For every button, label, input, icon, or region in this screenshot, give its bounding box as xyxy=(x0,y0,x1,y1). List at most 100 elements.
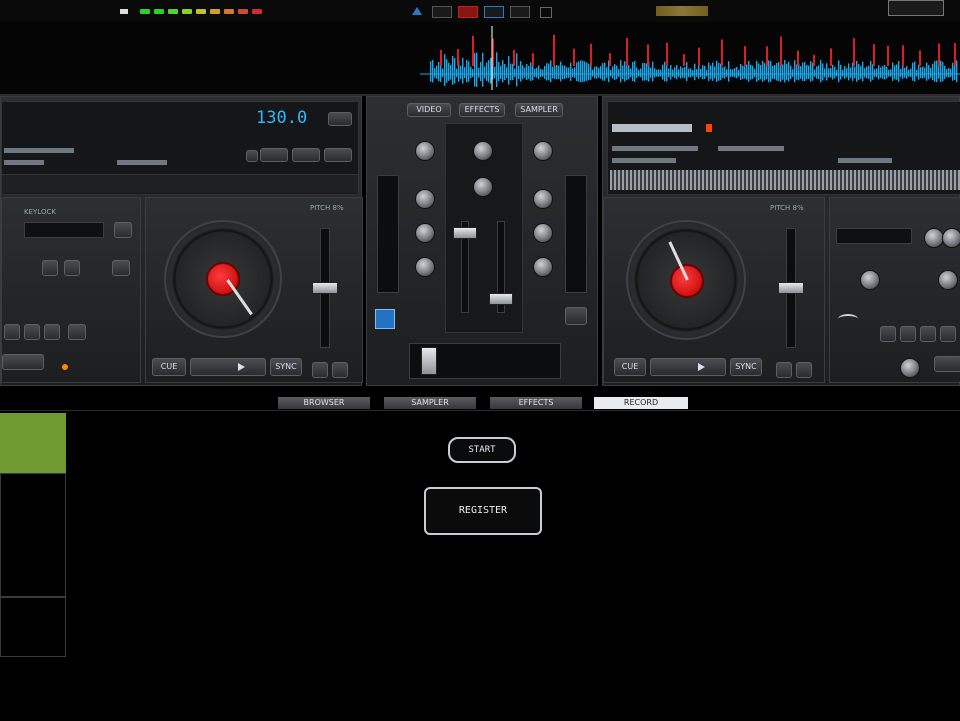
triangle-marker-icon[interactable] xyxy=(412,7,422,15)
left-effect-next[interactable] xyxy=(64,260,80,276)
right-hotcue-2[interactable] xyxy=(900,326,916,342)
waveform-bar xyxy=(544,65,546,79)
right-effect-knob-3[interactable] xyxy=(860,270,880,290)
right-gain-knob[interactable] xyxy=(533,141,553,161)
tab-browser[interactable]: BROWSER xyxy=(278,397,370,409)
left-sampler-button[interactable] xyxy=(2,354,44,370)
tab-effects[interactable]: EFFECTS xyxy=(490,397,582,409)
waveform-bar xyxy=(686,62,688,82)
left-low-knob[interactable] xyxy=(415,257,435,277)
side-panel-selected[interactable] xyxy=(0,413,66,473)
left-hotcue-3[interactable] xyxy=(44,324,60,340)
side-panel-item-2[interactable] xyxy=(0,473,66,597)
left-effect-btn[interactable] xyxy=(114,222,132,238)
right-effect-select[interactable] xyxy=(836,228,912,244)
left-pitch-slider[interactable] xyxy=(312,282,338,294)
left-loop-btn-1[interactable] xyxy=(260,148,288,162)
left-transport-cue[interactable]: CUE xyxy=(152,358,186,376)
view-tab-2[interactable] xyxy=(458,6,478,18)
waveform-graph xyxy=(420,26,960,90)
right-mid-knob[interactable] xyxy=(533,223,553,243)
right-hotcue-1[interactable] xyxy=(880,326,896,342)
level-led xyxy=(154,9,164,14)
waveform-bar xyxy=(934,61,936,82)
right-transport-play[interactable] xyxy=(650,358,726,376)
left-high-knob[interactable] xyxy=(415,189,435,209)
right-sampler-button[interactable] xyxy=(934,356,960,372)
left-effect-prev[interactable] xyxy=(42,260,58,276)
master-volume-knob[interactable] xyxy=(473,141,493,161)
waveform-bar xyxy=(762,60,764,82)
left-pitch-bend-minus[interactable] xyxy=(312,362,328,378)
waveform-beat-marker xyxy=(683,54,685,66)
right-hotcue-3[interactable] xyxy=(920,326,936,342)
waveform-overview[interactable] xyxy=(0,22,960,96)
left-mid-knob[interactable] xyxy=(415,223,435,243)
mixer-video-button[interactable]: VIDEO xyxy=(407,103,451,117)
view-tab-3[interactable] xyxy=(484,6,504,18)
right-pitch-slider[interactable] xyxy=(778,282,804,294)
left-pitch-bend-plus[interactable] xyxy=(332,362,348,378)
left-loop-btn-3[interactable] xyxy=(324,148,352,162)
right-channel-fader[interactable] xyxy=(489,293,513,305)
config-button[interactable] xyxy=(888,0,944,16)
start-button[interactable]: START xyxy=(448,437,516,463)
view-tab-4[interactable] xyxy=(510,6,530,18)
left-hotcue-4[interactable] xyxy=(68,324,86,340)
grid-icon[interactable] xyxy=(540,7,552,18)
left-loop-btn-2[interactable] xyxy=(292,148,320,162)
waveform-bar xyxy=(890,69,892,77)
waveform-bar xyxy=(506,67,508,79)
right-effect-knob-1[interactable] xyxy=(924,228,944,248)
waveform-beat-marker xyxy=(647,44,649,66)
right-effect-knob-2[interactable] xyxy=(942,228,960,248)
waveform-bar xyxy=(940,60,942,83)
info-small-2 xyxy=(438,605,524,615)
left-track-info-line-2 xyxy=(4,160,44,165)
left-video-logo[interactable] xyxy=(375,309,395,329)
left-hotcue-2[interactable] xyxy=(24,324,40,340)
waveform-bar xyxy=(548,63,550,81)
waveform-bar xyxy=(848,63,850,81)
left-jog-wheel[interactable] xyxy=(164,220,282,338)
right-track-info-line-3 xyxy=(612,158,676,163)
mixer-sampler-button[interactable]: SAMPLER xyxy=(515,103,563,117)
headphone-knob[interactable] xyxy=(473,177,493,197)
right-pitch-bend-minus[interactable] xyxy=(776,362,792,378)
view-tab-1[interactable] xyxy=(432,6,452,18)
right-sampler-knob[interactable] xyxy=(900,358,920,378)
left-pitch-minus[interactable] xyxy=(246,150,258,162)
left-channel-fader[interactable] xyxy=(453,227,477,239)
waveform-bar xyxy=(950,68,952,78)
right-low-knob[interactable] xyxy=(533,257,553,277)
left-effect-toggle[interactable] xyxy=(112,260,130,276)
left-effect-select[interactable] xyxy=(24,222,104,238)
waveform-bar xyxy=(620,60,622,83)
right-transport-cue[interactable]: CUE xyxy=(614,358,646,376)
right-video-button[interactable] xyxy=(565,307,587,325)
left-transport-play[interactable] xyxy=(190,358,266,376)
left-transport-sync[interactable]: SYNC xyxy=(270,358,302,376)
waveform-bar xyxy=(454,58,456,84)
right-effect-knob-4[interactable] xyxy=(938,270,958,290)
level-meter-label xyxy=(120,9,128,14)
right-mini-waveform[interactable] xyxy=(610,170,960,190)
waveform-bar xyxy=(918,64,920,80)
right-deck: PITCH 8% CUE SYNC xyxy=(602,96,960,386)
left-deck-progress[interactable] xyxy=(2,174,358,193)
right-high-knob[interactable] xyxy=(533,189,553,209)
side-panel-item-3[interactable] xyxy=(0,597,66,657)
right-jog-wheel[interactable] xyxy=(626,220,746,340)
left-hotcue-1[interactable] xyxy=(4,324,20,340)
tab-sampler[interactable]: SAMPLER xyxy=(384,397,476,409)
waveform-bar xyxy=(732,69,734,77)
left-gain-knob[interactable] xyxy=(415,141,435,161)
crossfader[interactable] xyxy=(421,347,437,375)
right-hotcue-4[interactable] xyxy=(940,326,956,342)
mixer-effects-button[interactable]: EFFECTS xyxy=(459,103,505,117)
right-pitch-bend-plus[interactable] xyxy=(796,362,812,378)
tab-record[interactable]: RECORD xyxy=(594,397,688,409)
left-bpm-tap[interactable] xyxy=(328,112,352,126)
right-transport-sync[interactable]: SYNC xyxy=(730,358,762,376)
register-button[interactable]: REGISTER xyxy=(424,487,542,535)
